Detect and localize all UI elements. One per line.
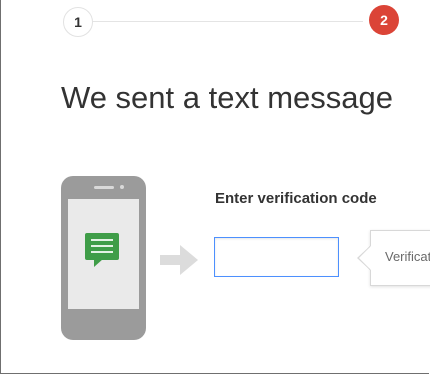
arrow-right-icon [160, 245, 198, 275]
smartphone-icon [61, 176, 146, 340]
phone-camera [120, 185, 124, 189]
tooltip-pointer [359, 246, 371, 270]
recents-icon [114, 297, 124, 304]
phone-nav-buttons [69, 297, 124, 306]
message-line [91, 239, 113, 241]
step-connector-line [88, 21, 363, 22]
home-icon [89, 297, 103, 304]
phone-speaker [94, 186, 114, 189]
phone-screen [68, 199, 139, 309]
chat-bubble-icon [85, 233, 119, 267]
chat-bubble-tail [94, 259, 103, 267]
page-title: We sent a text message [61, 80, 393, 115]
back-icon [69, 298, 76, 306]
message-line [91, 251, 113, 253]
verification-code-tooltip: Verification code [370, 230, 430, 286]
step-tracker: 1 2 [0, 0, 430, 44]
verification-code-input[interactable] [214, 237, 339, 277]
step-1-indicator: 1 [63, 7, 93, 37]
verification-code-label: Enter verification code [215, 190, 377, 207]
message-line [91, 245, 113, 247]
step-2-indicator: 2 [369, 5, 399, 35]
